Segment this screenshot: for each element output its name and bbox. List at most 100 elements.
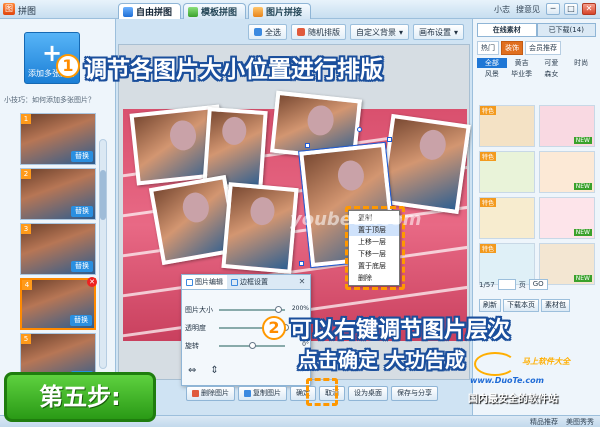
app-icon: 图 [3, 3, 15, 15]
material-subcategories: 全部 黄吉 可爱 时尚 风景 毕业季 森女 [477, 58, 596, 79]
material-tile[interactable]: 特色 [479, 197, 535, 239]
mode-tabs: 自由拼图 模板拼图 图片拼接 [118, 3, 312, 19]
material-tile[interactable]: 特色 [479, 151, 535, 193]
swap-button[interactable]: 替换 [71, 206, 93, 217]
free-collage-icon [123, 6, 133, 17]
swap-button[interactable]: 替换 [71, 261, 93, 272]
tab-template-collage[interactable]: 模板拼图 [183, 3, 247, 19]
flip-controls: ⇔ ⇕ [188, 365, 219, 376]
chevron-down-icon: ▾ [398, 27, 403, 37]
material-tile[interactable]: NEW [539, 151, 595, 193]
material-pack-button[interactable]: 素材包 [541, 299, 570, 312]
chevron-down-icon: ▾ [453, 27, 458, 37]
subcat-item[interactable]: 可爱 [537, 58, 567, 68]
tab-image-edit[interactable]: 图片编辑 [182, 275, 227, 289]
size-slider-knob[interactable] [275, 306, 282, 313]
step-1-caption: 调节各图片大小位置进行排版 [84, 57, 383, 83]
refresh-button[interactable]: 刷新 [479, 299, 501, 312]
blurred-face [249, 196, 276, 227]
image-stitch-icon [253, 6, 264, 17]
subcat-item[interactable]: 黄吉 [507, 58, 537, 68]
delete-thumbnail-icon[interactable]: ✕ [87, 277, 97, 287]
material-actions: 刷新 下载本页 素材包 [479, 299, 570, 312]
copy-icon [244, 390, 251, 397]
edit-panel-tabs: 图片编辑 边框设置 [182, 275, 310, 290]
step-2-marker: 2 [262, 316, 286, 340]
thumbnail-item[interactable]: 2 替换 [20, 168, 96, 220]
maximize-button[interactable]: □ [564, 3, 578, 15]
material-tile[interactable]: 特色 [479, 105, 535, 147]
domain-watermark: www.DuoTe.com [470, 376, 544, 385]
tab-image-stitch[interactable]: 图片拼接 [248, 3, 312, 19]
select-all-button[interactable]: 全选 [247, 24, 287, 40]
thumbnail-item[interactable]: 1 替换 [20, 113, 96, 165]
close-button[interactable]: ✕ [582, 3, 596, 15]
flip-vertical-icon[interactable]: ⇕ [210, 365, 218, 376]
feedback-link[interactable]: 搜意见 [516, 4, 540, 15]
subcat-all[interactable]: 全部 [477, 58, 507, 68]
canvas-toolbar: 全选 随机排版 自定义背景 ▾ 画布设置 ▾ [118, 21, 470, 43]
tab-free-collage[interactable]: 自由拼图 [118, 3, 182, 19]
swap-button[interactable]: 替换 [71, 151, 93, 162]
material-tabs: 在线素材 已下载(14) [477, 23, 596, 37]
go-button[interactable]: GO [528, 279, 548, 290]
subcat-item[interactable]: 毕业季 [507, 69, 537, 79]
collage-photo[interactable] [379, 113, 471, 215]
subcat-item[interactable]: 时尚 [566, 58, 596, 68]
canvas-settings-button[interactable]: 画布设置 ▾ [412, 24, 464, 40]
step-badge: 第五步: [4, 372, 156, 422]
scrollbar-thumb[interactable] [100, 170, 106, 220]
category-decoration[interactable]: 装饰 [501, 41, 523, 55]
material-tile[interactable]: NEW [539, 197, 595, 239]
set-desktop-button[interactable]: 设为桌面 [348, 386, 388, 401]
thumbnail-list: 1 替换 2 替换 3 替换 4 ✕ 替换 5 替换 [20, 113, 97, 388]
flip-horizontal-icon[interactable]: ⇔ [188, 365, 196, 376]
user-name[interactable]: 小志 [494, 4, 510, 15]
thumbnail-item-selected[interactable]: 4 ✕ 替换 [20, 277, 97, 330]
thumbnail-number: 1 [21, 114, 31, 124]
tab-downloaded[interactable]: 已下载(14) [536, 23, 596, 37]
category-hot[interactable]: 热门 [477, 41, 499, 55]
save-share-button[interactable]: 保存与分享 [391, 386, 438, 401]
download-page-button[interactable]: 下载本页 [503, 299, 539, 312]
delete-image-button[interactable]: 删除图片 [186, 386, 235, 401]
random-layout-button[interactable]: 随机排版 [290, 24, 346, 40]
thumbnail-number: 2 [21, 169, 31, 179]
minimize-button[interactable]: ─ [546, 3, 560, 15]
copy-image-button[interactable]: 复制图片 [238, 386, 287, 401]
collage-photo[interactable] [221, 182, 299, 274]
resize-handle[interactable] [299, 261, 304, 266]
page-info: 1/57 [479, 280, 495, 289]
featured-link[interactable]: 精品推荐 [530, 417, 558, 427]
subcat-item[interactable]: 风景 [477, 69, 507, 79]
template-collage-icon [188, 6, 199, 17]
blurred-face [336, 159, 366, 192]
material-tile[interactable]: NEW [539, 105, 595, 147]
brand-watermark: 马上软件大全 [522, 357, 570, 366]
slogan-watermark: 国内最安全的软件站 [468, 394, 558, 405]
resize-handle[interactable] [387, 137, 392, 142]
close-icon[interactable]: ✕ [297, 277, 307, 287]
photo-beauty-link[interactable]: 美图秀秀 [566, 417, 594, 427]
custom-background-button[interactable]: 自定义背景 ▾ [349, 24, 409, 40]
thumbnail-number: 3 [21, 224, 31, 234]
tab-border-settings[interactable]: 边框设置 [227, 275, 272, 289]
step-1-marker: 1 [56, 54, 80, 78]
tip-link[interactable]: 小技巧：如何添加多张图片？ [4, 95, 95, 105]
app-title: 拼图 [18, 7, 37, 17]
thumbnail-scrollbar[interactable] [99, 139, 107, 369]
thumbnail-item[interactable]: 3 替换 [20, 223, 96, 275]
edit-icon [186, 278, 193, 286]
tab-online-material[interactable]: 在线素材 [477, 23, 537, 37]
resize-handle[interactable] [305, 143, 310, 148]
border-icon [231, 278, 238, 286]
subcat-item[interactable]: 森女 [537, 69, 567, 79]
rotate-slider-knob[interactable] [249, 342, 256, 349]
rotate-handle[interactable] [357, 127, 362, 132]
shuffle-icon [296, 28, 305, 36]
category-vip[interactable]: 会员推荐 [525, 41, 561, 55]
page-input[interactable] [497, 279, 516, 290]
swap-button[interactable]: 替换 [70, 315, 92, 326]
trash-icon [192, 390, 199, 397]
title-bar: 图 拼图 自由拼图 模板拼图 图片拼接 小志 搜意见 ─ □ ✕ [0, 0, 600, 19]
